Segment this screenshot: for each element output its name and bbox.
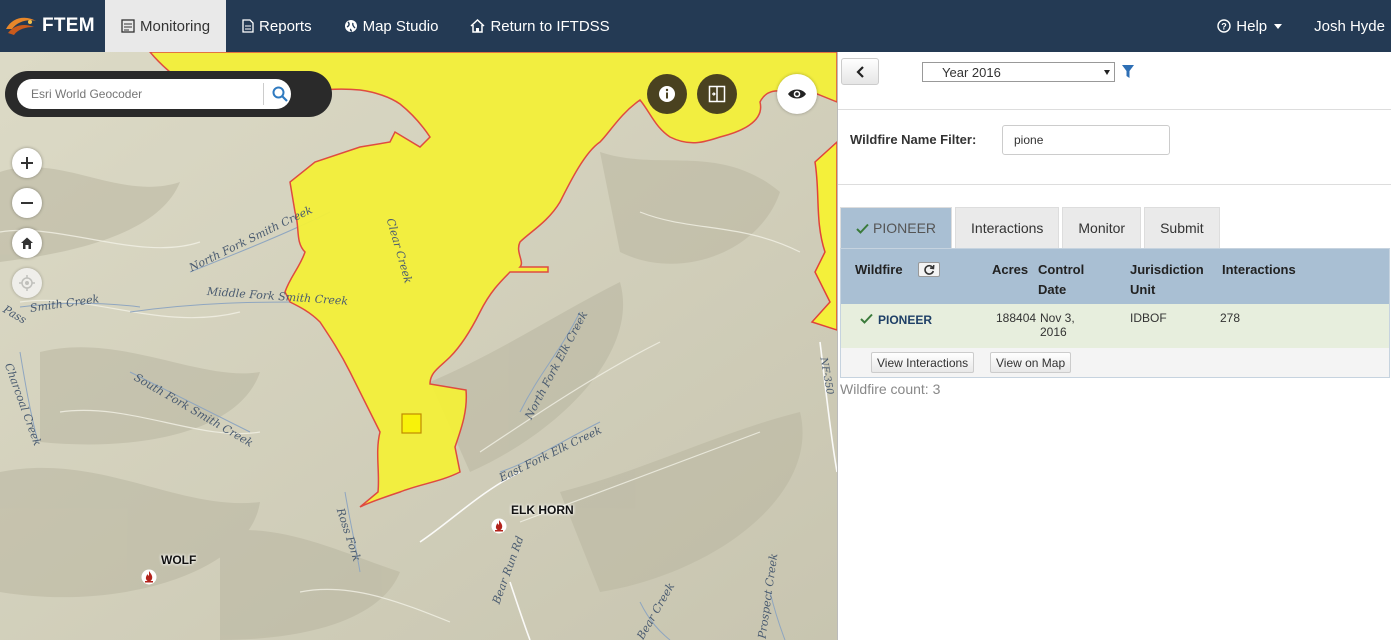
cell-jurisdiction: IDBOF [1130, 311, 1167, 325]
minus-icon [21, 202, 33, 204]
eye-icon [788, 89, 806, 99]
visibility-toggle-button[interactable] [777, 74, 817, 114]
col-acres[interactable]: Acres [992, 260, 1028, 280]
cell-interactions: 278 [1220, 311, 1241, 325]
col-jurisdiction-line1: Jurisdiction [1130, 262, 1204, 277]
view-on-map-button[interactable]: View on Map [990, 352, 1072, 373]
col-wildfire[interactable]: Wildfire [855, 260, 903, 280]
nav-monitoring[interactable]: Monitoring [105, 0, 227, 52]
split-view-button[interactable] [697, 74, 737, 114]
info-icon [659, 86, 675, 102]
brand-name: FTEM [42, 15, 95, 36]
tab-label: PIONEER [873, 220, 937, 236]
nav-right: ? Help Josh Hyde [1201, 0, 1391, 52]
wildfire-table: Wildfire Acres Control Date Jurisdiction U… [840, 248, 1390, 378]
divider [838, 109, 1391, 110]
info-button[interactable] [647, 74, 687, 114]
tab-label: Monitor [1078, 220, 1126, 236]
collapse-panel-button[interactable] [841, 58, 879, 85]
fire-marker-icon[interactable] [491, 518, 507, 534]
tab-pioneer[interactable]: PIONEER [840, 207, 953, 248]
svg-text:?: ? [1222, 22, 1228, 32]
monitoring-icon [121, 19, 135, 33]
tab-label: Interactions [971, 220, 1044, 236]
tab-monitor[interactable]: Monitor [1062, 207, 1142, 248]
nav-return-iftdss[interactable]: Return to IFTDSS [454, 0, 625, 52]
tab-bar: PIONEER Interactions Monitor Submit [840, 207, 1223, 248]
locate-icon [19, 275, 35, 291]
refresh-button[interactable] [918, 262, 940, 277]
brand[interactable]: FTEM [0, 0, 105, 52]
nav-map-studio-label: Map Studio [362, 17, 439, 35]
table-row[interactable]: PIONEER 188404 Nov 3, 2016 IDBOF 278 [841, 304, 1389, 348]
home-icon [470, 19, 485, 33]
chevron-left-icon [856, 65, 864, 78]
refresh-icon [924, 264, 935, 275]
col-interactions[interactable]: Interactions [1222, 260, 1296, 280]
help-menu[interactable]: ? Help [1201, 0, 1298, 52]
year-select-value: Year 2016 [942, 64, 1001, 80]
plus-icon [21, 157, 33, 169]
map-view[interactable]: North Fork Smith Creek Middle Fork Smith… [0, 52, 837, 640]
ftem-logo-icon [6, 17, 36, 35]
fire-label: ELK HORN [511, 503, 574, 517]
user-menu[interactable]: Josh Hyde [1298, 0, 1391, 52]
year-select[interactable]: Year 2016 [922, 62, 1115, 82]
cell-wildfire[interactable]: PIONEER [878, 313, 932, 327]
zoom-in-button[interactable] [12, 148, 42, 178]
col-control-date-line1: Control [1038, 262, 1085, 277]
zoom-out-button[interactable] [12, 188, 42, 218]
help-label: Help [1236, 17, 1268, 35]
tab-interactions[interactable]: Interactions [955, 207, 1060, 248]
document-icon [242, 19, 254, 33]
nav-monitoring-label: Monitoring [140, 17, 211, 35]
fire-marker-icon[interactable] [141, 569, 157, 585]
wildfire-filter-label: Wildfire Name Filter: [850, 132, 977, 147]
side-panel: Year 2016 Wildfire Name Filter: PIONEER … [837, 52, 1391, 640]
geocoder-search [5, 71, 332, 117]
row-actions: View Interactions View on Map [841, 348, 1389, 377]
home-extent-button[interactable] [12, 228, 42, 258]
top-navbar: FTEM Monitoring Reports Map Studio Retur… [0, 0, 1391, 52]
nav-return-iftdss-label: Return to IFTDSS [490, 17, 610, 35]
locate-button[interactable] [12, 268, 42, 298]
col-jurisdiction-line2: Unit [1130, 282, 1156, 297]
checkmark-icon [860, 313, 873, 327]
cell-control-date-line2: 2016 [1040, 325, 1067, 339]
search-box [17, 79, 291, 109]
view-interactions-button[interactable]: View Interactions [871, 352, 975, 373]
split-panel-icon [708, 85, 726, 103]
cell-control-date-line1: Nov 3, [1040, 311, 1075, 325]
search-divider [263, 83, 264, 105]
nav-reports[interactable]: Reports [226, 0, 328, 52]
chevron-down-icon [1104, 70, 1110, 75]
wildfire-count: Wildfire count: 3 [840, 381, 941, 397]
search-icon[interactable] [271, 85, 289, 103]
terrain-basemap [0, 52, 837, 640]
nav-reports-label: Reports [259, 17, 312, 35]
wildfire-name-filter-input[interactable] [1002, 125, 1170, 155]
divider [838, 184, 1391, 185]
col-jurisdiction-unit[interactable]: Jurisdiction Unit [1130, 260, 1204, 300]
search-input[interactable] [31, 85, 251, 103]
nav-map-studio[interactable]: Map Studio [328, 0, 455, 52]
globe-icon [344, 19, 358, 33]
tab-label: Submit [1160, 220, 1204, 236]
home-icon [21, 237, 33, 249]
chevron-down-icon [1274, 23, 1283, 29]
fire-origin-marker[interactable] [401, 413, 422, 434]
user-name: Josh Hyde [1314, 17, 1385, 35]
filter-icon[interactable] [1121, 64, 1135, 80]
cell-control-date: Nov 3, 2016 [1040, 311, 1075, 339]
question-circle-icon: ? [1217, 19, 1231, 33]
checkmark-icon [856, 223, 869, 234]
col-control-date-line2: Date [1038, 282, 1067, 297]
cell-acres: 188404 [996, 311, 1037, 325]
fire-label: WOLF [161, 553, 197, 567]
col-control-date[interactable]: Control Date [1038, 260, 1084, 300]
table-header: Wildfire Acres Control Date Jurisdiction U… [841, 249, 1389, 304]
tab-submit[interactable]: Submit [1144, 207, 1220, 248]
